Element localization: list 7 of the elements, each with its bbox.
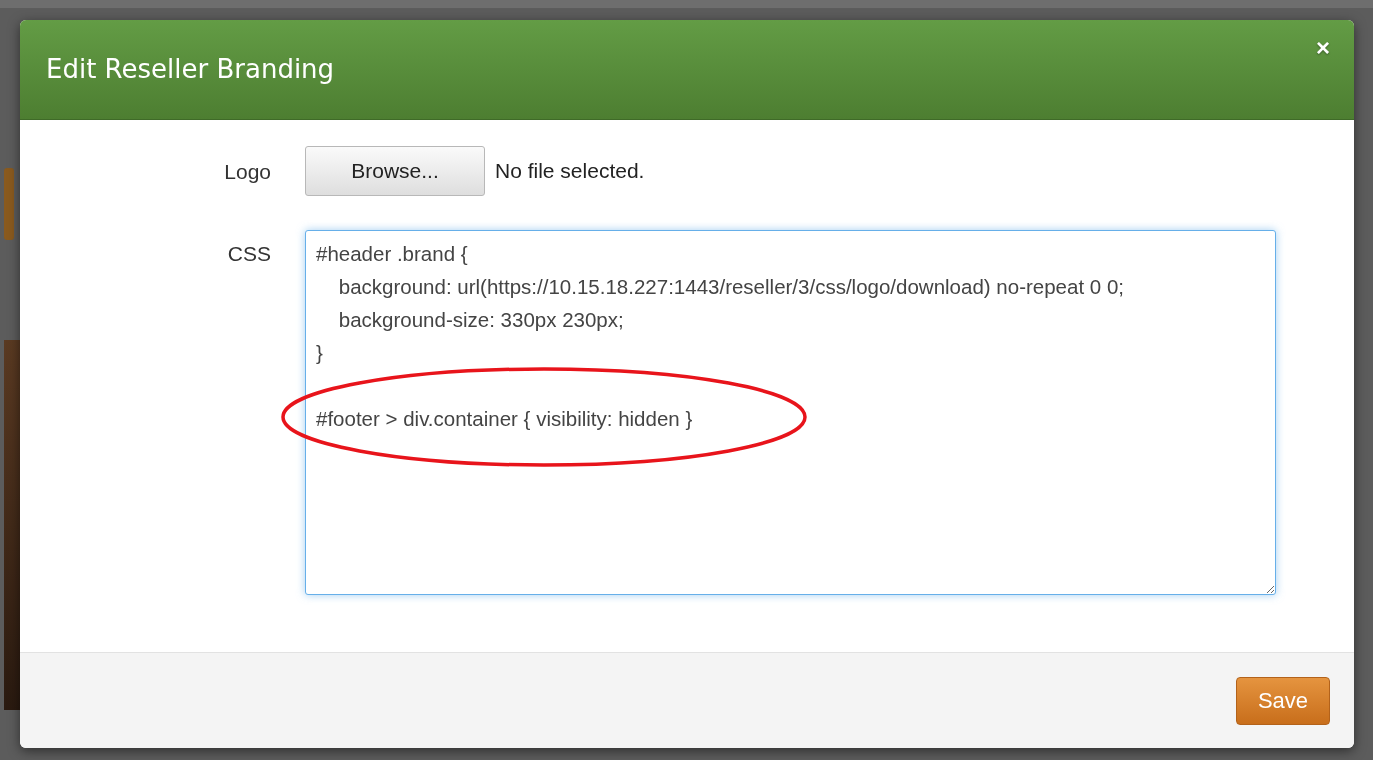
- dialog-title: Edit Reseller Branding: [46, 53, 335, 86]
- close-button[interactable]: ×: [1316, 36, 1330, 60]
- css-input-field[interactable]: #header .brand { background: url(https://10.15.18.227:1443/reseller/3/css/logo/download) no-repeat 0 0; background-size: 330px 230px; } #footer > div.container { visibility: hidden }: [305, 230, 1276, 595]
- field-label: CSS: [226, 241, 272, 267]
- browse-button[interactable]: Browse...: [305, 146, 485, 196]
- field-label: Logo: [223, 159, 272, 185]
- file-status: No file selected.: [495, 158, 645, 185]
